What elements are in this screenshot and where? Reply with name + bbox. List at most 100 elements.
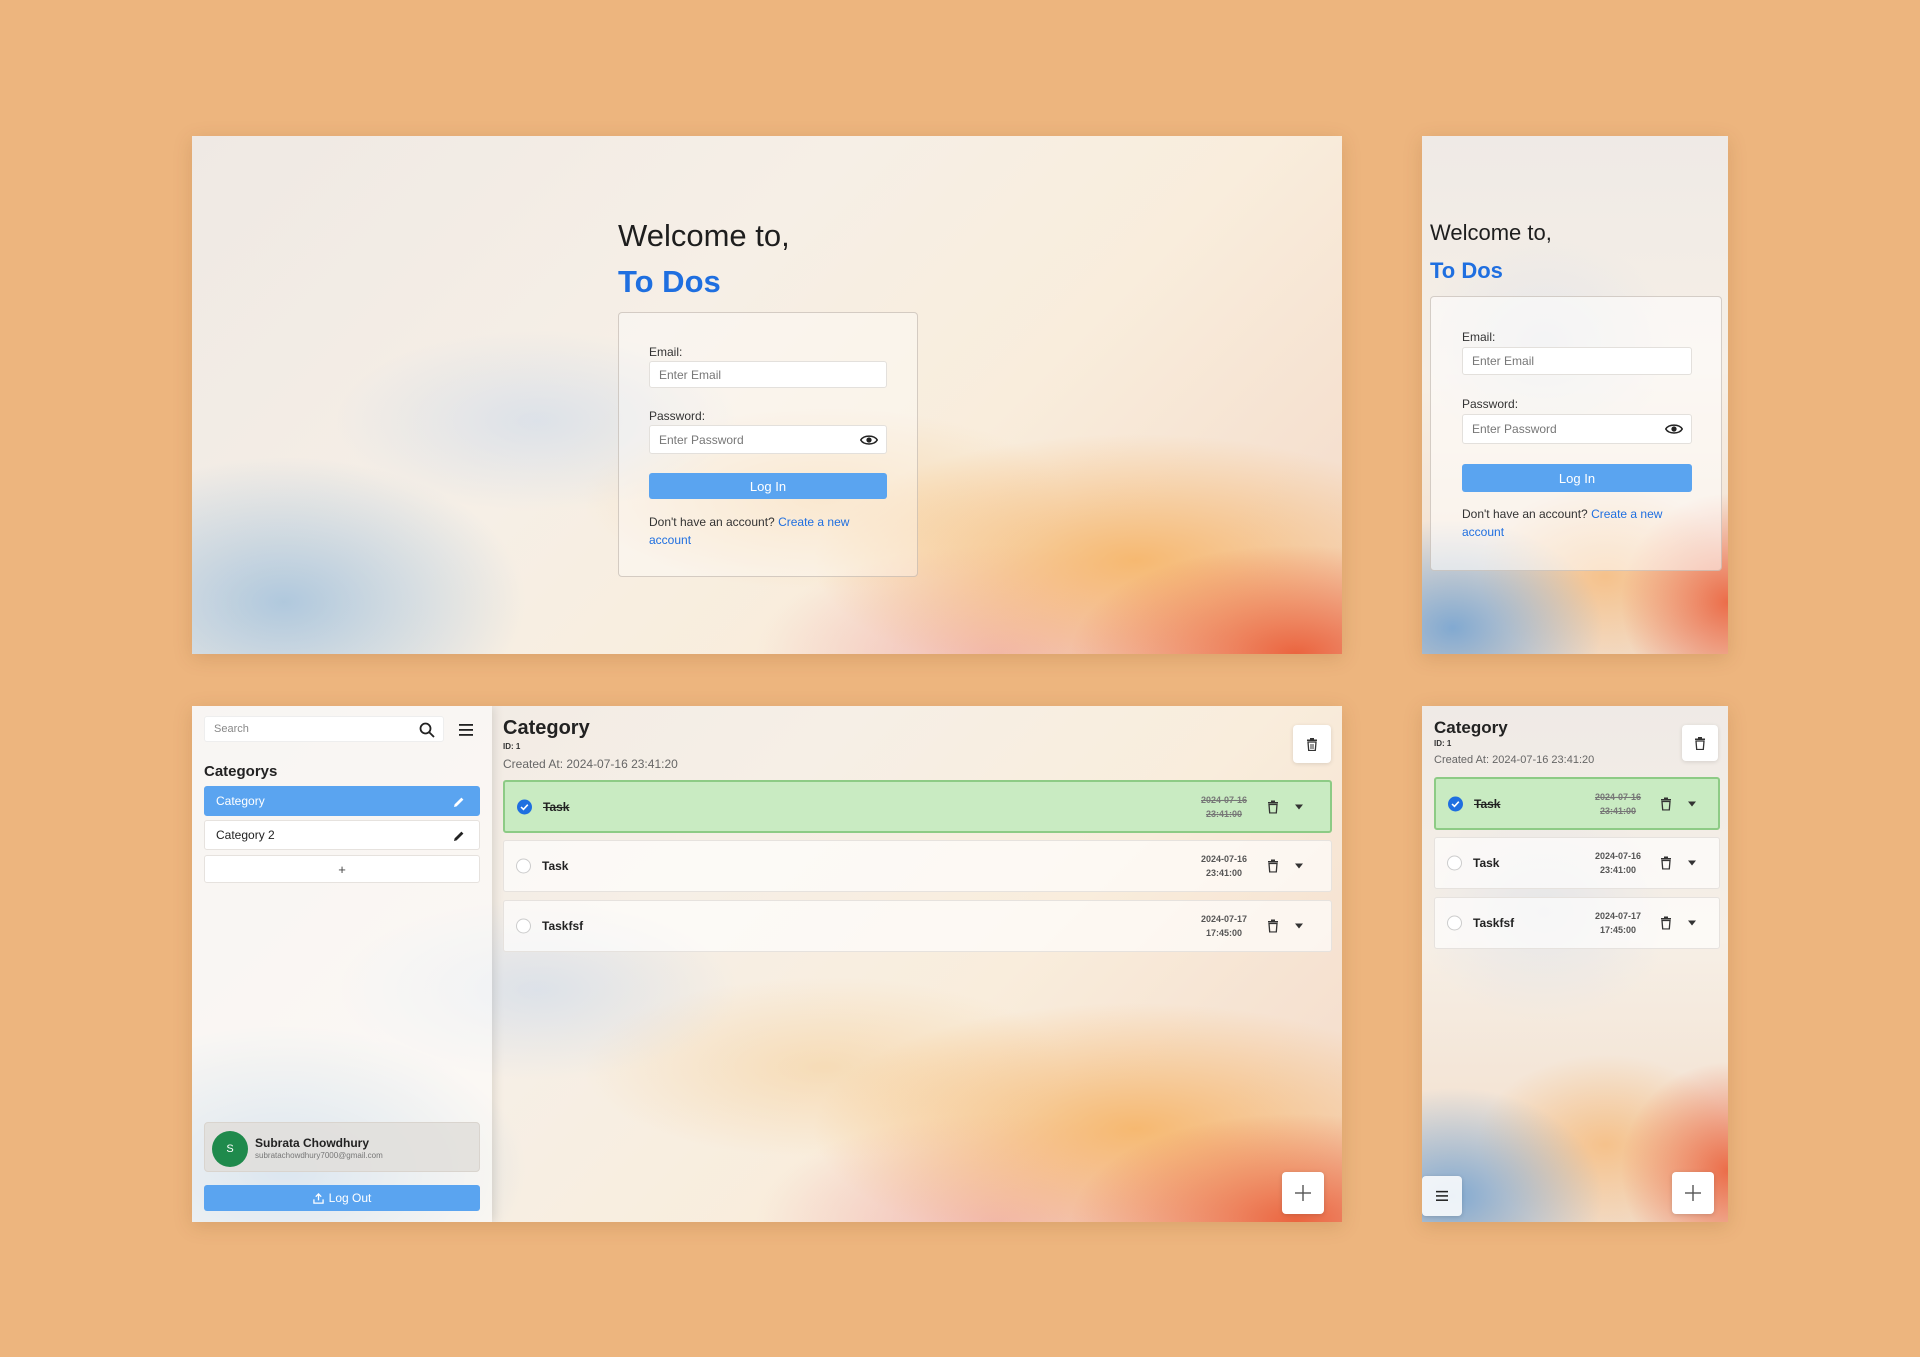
sidebar-item-label: Category [216, 794, 265, 808]
login-button[interactable]: Log In [1462, 464, 1692, 492]
category-title: Category [503, 717, 590, 739]
category-title: Category [1434, 718, 1508, 737]
add-category-button[interactable]: + [204, 855, 480, 883]
task-row[interactable]: Taskfsf 2024-07-17 17:45:00 [503, 900, 1332, 952]
task-checkbox[interactable] [1448, 796, 1463, 811]
brand-title: To Dos [618, 264, 721, 299]
user-email: subratachowdhury7000@gmail.com [255, 1151, 383, 1160]
trash-icon [1695, 736, 1705, 750]
task-name: Task [543, 799, 570, 814]
chevron-down-icon[interactable] [1688, 920, 1696, 926]
trash-icon[interactable] [1267, 919, 1279, 933]
mobile-app-screen: Category ID: 1 Created At: 2024-07-16 23… [1422, 706, 1728, 1222]
menu-icon[interactable] [458, 723, 474, 737]
chevron-down-icon[interactable] [1688, 801, 1696, 806]
login-card: Email: Enter Email Password: Enter Passw… [618, 312, 918, 577]
password-field[interactable]: Enter Password [649, 425, 887, 454]
pencil-icon[interactable] [453, 796, 465, 808]
user-name: Subrata Chowdhury [255, 1136, 370, 1150]
chevron-down-icon[interactable] [1295, 863, 1303, 869]
password-field[interactable]: Enter Password [1462, 414, 1692, 444]
delete-category-button[interactable] [1682, 725, 1718, 761]
add-task-button[interactable] [1282, 1172, 1324, 1214]
chevron-down-icon[interactable] [1295, 804, 1303, 809]
task-datetime: 2024-07-16 23:41:00 [1595, 849, 1641, 877]
task-datetime: 2024-07-16 23:41:00 [1201, 852, 1247, 880]
login-button[interactable]: Log In [649, 473, 887, 499]
task-checkbox[interactable] [516, 858, 531, 874]
signup-link[interactable]: Create a new [1591, 507, 1662, 521]
categories-heading: Categorys [204, 763, 278, 780]
mobile-login-screen: Welcome to, To Dos Email: Enter Email Pa… [1422, 136, 1728, 654]
plus-icon [1685, 1185, 1701, 1201]
trash-icon[interactable] [1660, 856, 1672, 870]
password-placeholder: Enter Password [659, 432, 744, 447]
email-placeholder: Enter Email [1472, 354, 1535, 368]
signup-text: Don't have an account? [1462, 507, 1588, 521]
category-id: ID: 1 [503, 742, 521, 751]
task-date: 2024-07-17 [1201, 914, 1248, 924]
password-label: Password: [649, 409, 706, 423]
email-label: Email: [649, 345, 683, 359]
check-icon [520, 803, 529, 810]
login-card: Email: Enter Email Password: Enter Passw… [1430, 296, 1722, 571]
welcome-heading: Welcome to, [618, 218, 790, 253]
task-checkbox[interactable] [516, 918, 531, 934]
logout-button[interactable]: Log Out [204, 1185, 480, 1211]
trash-icon[interactable] [1660, 797, 1672, 810]
pencil-icon[interactable] [453, 830, 465, 842]
task-row[interactable]: Task 2024-07-16 23:41:00 [503, 840, 1332, 892]
task-row[interactable]: Task 2024-07-16 23:41:00 [1434, 777, 1720, 830]
delete-category-button[interactable] [1293, 725, 1331, 763]
task-date: 2024-07-16 [1595, 851, 1642, 861]
task-name: Taskfsf [1473, 916, 1515, 930]
task-time: 23:41:00 [1206, 808, 1243, 819]
task-time: 23:41:00 [1206, 868, 1243, 878]
category-id: ID: 1 [1434, 739, 1452, 748]
task-datetime: 2024-07-16 23:41:00 [1201, 793, 1247, 821]
signup-link-cont[interactable]: account [649, 533, 691, 547]
email-placeholder: Enter Email [659, 367, 722, 382]
eye-icon[interactable] [1665, 423, 1683, 435]
plus-icon [1295, 1185, 1311, 1201]
task-time: 17:45:00 [1600, 925, 1637, 935]
chevron-down-icon[interactable] [1688, 860, 1696, 866]
email-field[interactable]: Enter Email [649, 361, 887, 388]
search-icon[interactable] [419, 722, 435, 738]
chevron-down-icon[interactable] [1295, 923, 1303, 929]
upload-icon [312, 1192, 324, 1204]
sidebar-item-category-2[interactable]: Category 2 [204, 820, 480, 850]
sidebar-item-category[interactable]: Category [204, 786, 480, 816]
add-task-button[interactable] [1672, 1172, 1714, 1214]
trash-icon[interactable] [1267, 859, 1279, 873]
task-checkbox[interactable] [517, 799, 532, 814]
trash-icon[interactable] [1267, 800, 1279, 813]
task-name: Task [542, 859, 569, 873]
trash-icon[interactable] [1660, 916, 1672, 930]
task-time: 23:41:00 [1600, 865, 1637, 875]
task-name: Task [1473, 856, 1500, 870]
task-date: 2024-07-17 [1595, 911, 1642, 921]
email-field[interactable]: Enter Email [1462, 347, 1692, 375]
task-time: 23:41:00 [1600, 805, 1637, 816]
search-input[interactable]: Search [204, 716, 444, 742]
task-time: 17:45:00 [1206, 928, 1243, 938]
signup-prompt: Don't have an account? Create a new acco… [649, 513, 889, 549]
task-checkbox[interactable] [1447, 855, 1462, 871]
check-icon [1451, 800, 1460, 807]
task-datetime: 2024-07-17 17:45:00 [1201, 912, 1247, 940]
task-checkbox[interactable] [1447, 915, 1462, 931]
eye-icon[interactable] [860, 434, 878, 446]
task-row[interactable]: Taskfsf 2024-07-17 17:45:00 [1434, 897, 1720, 949]
open-sidebar-button[interactable] [1422, 1176, 1462, 1216]
trash-icon [1307, 737, 1317, 751]
task-row[interactable]: Task 2024-07-16 23:41:00 [503, 780, 1332, 833]
logout-label: Log Out [328, 1191, 372, 1205]
signup-text: Don't have an account? [649, 515, 775, 529]
menu-icon [1436, 1190, 1448, 1201]
signup-link[interactable]: Create a new [778, 515, 849, 529]
task-row[interactable]: Task 2024-07-16 23:41:00 [1434, 837, 1720, 889]
signup-prompt: Don't have an account? Create a new acco… [1462, 505, 1692, 541]
signup-link-cont[interactable]: account [1462, 525, 1504, 539]
task-date: 2024-07-16 [1595, 791, 1642, 802]
